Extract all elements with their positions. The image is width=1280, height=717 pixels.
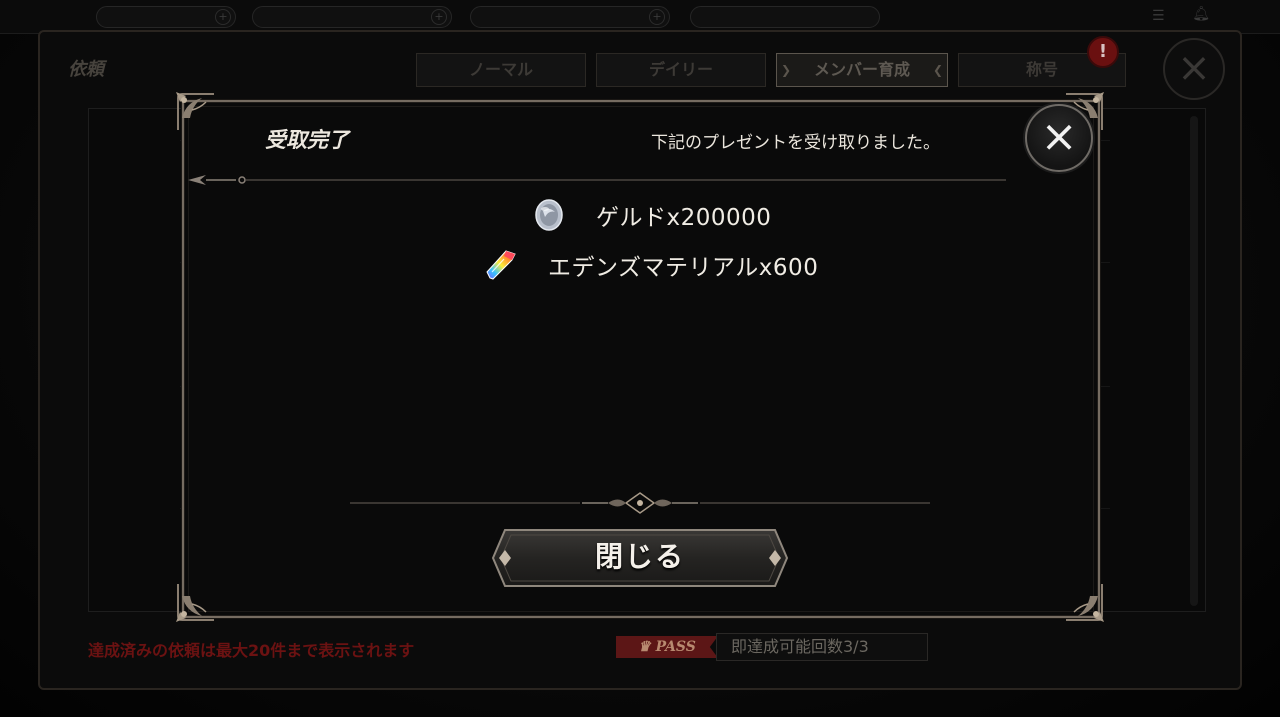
top-resource-bar: + + + ☰ 🔔︎ bbox=[0, 0, 1280, 34]
tab-label: ノーマル bbox=[468, 60, 533, 79]
dialog-title: 受取完了 bbox=[265, 127, 349, 152]
menu-icon[interactable]: ☰ bbox=[1152, 8, 1172, 24]
ornament-corner-icon bbox=[172, 578, 220, 626]
plus-icon[interactable]: + bbox=[649, 9, 665, 25]
divider bbox=[186, 172, 1012, 186]
tab-label: 称号 bbox=[1025, 60, 1058, 79]
tab-member-training[interactable]: ❯ メンバー育成 ❮ bbox=[776, 53, 948, 87]
chevron-right-icon: ❯ bbox=[781, 63, 792, 77]
dialog-message: 下記のプレゼントを受け取りました。 bbox=[651, 133, 940, 153]
chevron-left-icon: ❮ bbox=[932, 63, 943, 77]
close-icon[interactable]: × bbox=[1025, 104, 1093, 172]
ornament-corner-icon bbox=[1060, 578, 1108, 626]
alert-icon: ! bbox=[1087, 36, 1119, 68]
resource-pill: + bbox=[470, 6, 670, 28]
reward-text: エデンズマテリアルx600 bbox=[548, 255, 819, 281]
reward-text: ゲルドx200000 bbox=[596, 205, 772, 231]
close-button-label: 閉じる bbox=[594, 540, 685, 573]
instant-complete-count: 即達成可能回数3/3 bbox=[716, 633, 928, 661]
ornament-corner-icon bbox=[172, 88, 220, 136]
silver-coin-icon bbox=[532, 198, 566, 232]
page-title: 依頼 bbox=[68, 59, 104, 80]
resource-pill: + bbox=[252, 6, 452, 28]
resource-pill bbox=[690, 6, 880, 28]
bell-icon[interactable]: 🔔︎ bbox=[1192, 6, 1210, 22]
divider bbox=[350, 490, 930, 516]
reward-item: エデンズマテリアルx600 bbox=[484, 247, 818, 283]
pass-badge: ♛ PASS bbox=[616, 636, 718, 658]
close-button[interactable]: 閉じる bbox=[491, 528, 789, 588]
plus-icon[interactable]: + bbox=[215, 9, 231, 25]
tab-label: デイリー bbox=[648, 60, 713, 79]
tab-daily[interactable]: デイリー bbox=[596, 53, 766, 87]
tab-normal[interactable]: ノーマル bbox=[416, 53, 586, 87]
window-close-icon[interactable]: × bbox=[1163, 38, 1225, 100]
scrollbar[interactable] bbox=[1190, 116, 1198, 606]
reward-item: ゲルドx200000 bbox=[532, 197, 771, 233]
completed-limit-note: 達成済みの依頼は最大20件まで表示されます bbox=[88, 641, 415, 660]
rainbow-crystal-icon bbox=[484, 248, 518, 282]
resource-pill: + bbox=[96, 6, 236, 28]
plus-icon[interactable]: + bbox=[431, 9, 447, 25]
tab-label: メンバー育成 bbox=[813, 60, 910, 79]
